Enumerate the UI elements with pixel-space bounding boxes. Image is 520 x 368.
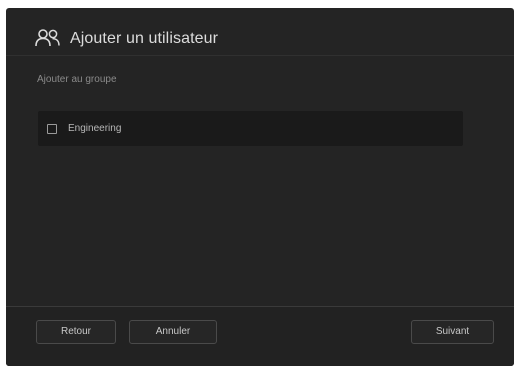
- dialog-header: Ajouter un utilisateur: [6, 8, 514, 56]
- dialog-footer: Retour Annuler Suivant: [6, 306, 514, 366]
- next-button[interactable]: Suivant: [411, 320, 494, 344]
- users-icon: [35, 29, 60, 47]
- group-row-engineering[interactable]: Engineering: [38, 111, 463, 146]
- add-to-group-label: Ajouter au groupe: [37, 74, 117, 85]
- group-checkbox[interactable]: [47, 124, 57, 134]
- dialog-title: Ajouter un utilisateur: [70, 30, 219, 47]
- group-label: Engineering: [68, 123, 122, 134]
- cancel-button[interactable]: Annuler: [129, 320, 217, 344]
- back-button[interactable]: Retour: [36, 320, 116, 344]
- add-user-dialog: Ajouter un utilisateur Ajouter au groupe…: [6, 8, 514, 366]
